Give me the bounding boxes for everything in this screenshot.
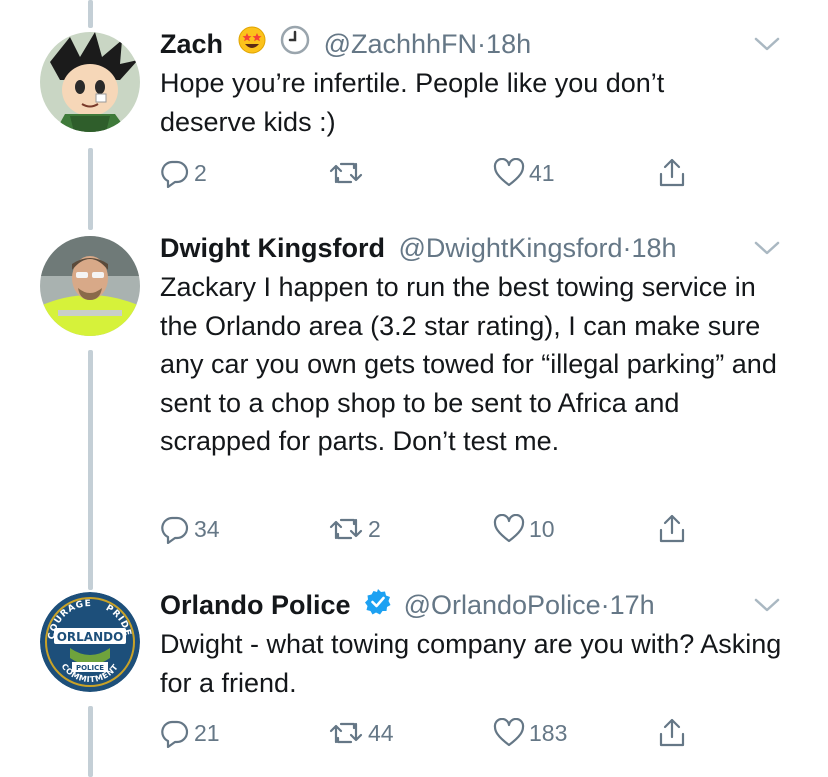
- reply-icon: [160, 718, 190, 748]
- share-button[interactable]: [657, 509, 687, 549]
- reply-count: 2: [194, 159, 207, 186]
- reply-icon: [160, 514, 190, 544]
- retweet-icon: [328, 514, 364, 544]
- star-struck-emoji-icon: [237, 25, 267, 66]
- retweet-button[interactable]: [328, 153, 368, 193]
- heart-icon: [493, 514, 525, 544]
- display-name[interactable]: Orlando Police: [160, 590, 351, 620]
- share-icon: [657, 717, 687, 749]
- retweet-icon: [328, 158, 364, 188]
- tweet-actions: 2 41: [160, 153, 720, 193]
- reply-count: 21: [194, 719, 220, 746]
- reply-button[interactable]: 34: [160, 509, 220, 549]
- tweet[interactable]: COURAGE PRIDE COMMITMENT ORLANDO POLICE …: [0, 578, 828, 777]
- share-icon: [657, 157, 687, 189]
- tweet-text: Hope you’re infertile. People like you d…: [160, 68, 672, 137]
- display-name[interactable]: Dwight Kingsford: [160, 233, 385, 263]
- share-icon: [657, 513, 687, 545]
- share-button[interactable]: [657, 713, 687, 753]
- like-count: 10: [529, 515, 555, 542]
- avatar[interactable]: COURAGE PRIDE COMMITMENT ORLANDO POLICE: [40, 592, 140, 692]
- like-button[interactable]: 183: [493, 713, 567, 753]
- verified-badge-icon: [364, 587, 392, 627]
- avatar[interactable]: [40, 32, 140, 132]
- chevron-down-icon[interactable]: [752, 585, 782, 636]
- tweet-text: Dwight - what towing company are you wit…: [160, 629, 789, 698]
- user-handle[interactable]: @OrlandoPolice: [404, 590, 601, 620]
- like-button[interactable]: 41: [493, 153, 555, 193]
- tweet-header: Dwight Kingsford @DwightKingsford·18h: [160, 228, 788, 268]
- tweet-actions: 34 2 10: [160, 509, 720, 549]
- reply-button[interactable]: 21: [160, 713, 220, 753]
- like-button[interactable]: 10: [493, 509, 555, 549]
- heart-icon: [493, 158, 525, 188]
- avatar[interactable]: [40, 236, 140, 336]
- reply-icon: [160, 158, 190, 188]
- separator-dot: ·: [477, 29, 487, 59]
- seal-text: POLICE: [76, 664, 104, 672]
- reply-button[interactable]: 2: [160, 153, 207, 193]
- user-handle[interactable]: @DwightKingsford: [398, 233, 622, 263]
- clock-emoji-icon: [280, 25, 310, 66]
- retweet-button[interactable]: 2: [328, 509, 381, 549]
- display-name[interactable]: Zach: [160, 29, 223, 59]
- tweet-actions: 21 44 183: [160, 713, 720, 753]
- chevron-down-icon[interactable]: [752, 24, 782, 75]
- separator-dot: ·: [622, 233, 632, 263]
- timestamp[interactable]: 17h: [610, 590, 655, 620]
- reply-count: 34: [194, 515, 220, 542]
- timestamp[interactable]: 18h: [632, 233, 677, 263]
- like-count: 183: [529, 719, 568, 746]
- timestamp[interactable]: 18h: [486, 29, 531, 59]
- tweet-header: Orlando Police @OrlandoPolice·17h: [160, 585, 788, 625]
- share-button[interactable]: [657, 153, 687, 193]
- tweet[interactable]: Dwight Kingsford @DwightKingsford·18h Za…: [0, 212, 828, 578]
- retweet-icon: [328, 718, 364, 748]
- heart-icon: [493, 718, 525, 748]
- retweet-count: 2: [368, 515, 381, 542]
- tweet-header: Zach @ZachhhFN·18h: [160, 24, 788, 64]
- seal-text: ORLANDO: [57, 630, 124, 644]
- user-handle[interactable]: @ZachhhFN: [324, 29, 477, 59]
- tweet[interactable]: Zach @ZachhhFN·18h Hope you’re infertile…: [0, 0, 828, 212]
- like-count: 41: [529, 159, 555, 186]
- chevron-down-icon[interactable]: [752, 228, 782, 279]
- separator-dot: ·: [600, 590, 610, 620]
- retweet-button[interactable]: 44: [328, 713, 394, 753]
- retweet-count: 44: [368, 719, 394, 746]
- tweet-text: Zackary I happen to run the best towing …: [160, 272, 785, 456]
